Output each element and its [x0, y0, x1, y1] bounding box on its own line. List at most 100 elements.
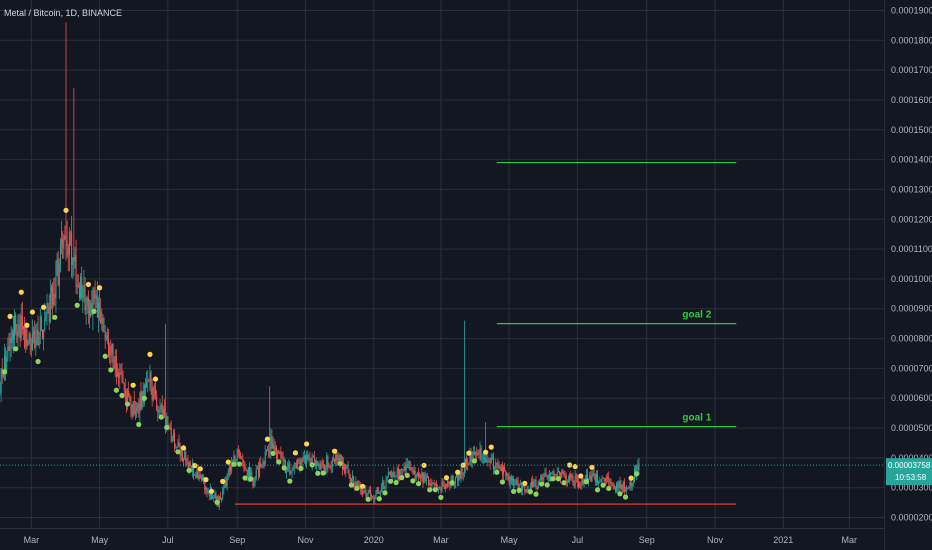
- y-tick-label: 0.00012000: [891, 214, 932, 224]
- candle-body: [302, 458, 304, 461]
- candle-body: [44, 318, 46, 330]
- candle-body: [45, 314, 47, 319]
- candle-body: [138, 403, 140, 414]
- candle-body: [185, 452, 187, 462]
- buy-signal-marker: [164, 424, 170, 431]
- candle-body: [608, 476, 610, 482]
- candle-body: [262, 461, 264, 466]
- candle-body: [377, 487, 379, 494]
- candle-body: [426, 477, 428, 479]
- candle-body: [290, 472, 292, 474]
- candle-body: [205, 487, 207, 491]
- candle-body: [558, 471, 560, 474]
- candle-body: [213, 496, 215, 498]
- candle-body: [484, 458, 486, 459]
- candle-body: [115, 356, 117, 377]
- candle-body: [298, 458, 300, 460]
- candle-body: [322, 464, 324, 466]
- buy-signal-marker: [276, 459, 282, 465]
- candle-body: [159, 409, 161, 411]
- candle-body: [303, 456, 305, 459]
- candle-body: [256, 467, 258, 469]
- candle-body: [581, 479, 583, 485]
- candle-body: [174, 433, 176, 448]
- y-tick-label: 0.00015000: [891, 125, 932, 135]
- candle-body: [321, 463, 323, 465]
- candle-body: [316, 461, 318, 467]
- candle-body: [15, 314, 17, 332]
- candle-body: [281, 457, 283, 459]
- candle-body: [548, 475, 550, 481]
- sell-signal-marker: [331, 448, 338, 454]
- candle-body: [563, 471, 565, 476]
- y-tick-label: 0.00006000: [891, 393, 932, 403]
- candle-body: [312, 456, 314, 458]
- candle-body: [337, 457, 339, 461]
- candle-body: [344, 463, 346, 474]
- candle-body: [237, 449, 239, 455]
- candle-body: [573, 482, 575, 487]
- buy-signal-marker: [494, 469, 500, 475]
- price-badge[interactable]: 0.00003758 10:53:58: [886, 458, 932, 486]
- candle-body: [366, 493, 368, 497]
- candle-body: [531, 481, 533, 486]
- buy-signal-marker: [365, 496, 371, 502]
- candle-body: [477, 452, 479, 456]
- bar-countdown: 10:53:58: [895, 473, 927, 482]
- candle-body: [265, 450, 267, 452]
- buy-signal-marker: [555, 476, 561, 482]
- candle-body: [481, 458, 483, 459]
- sell-signal-marker: [488, 444, 494, 450]
- buy-signal-marker: [393, 479, 399, 486]
- candle-body: [139, 392, 141, 414]
- candle-body: [225, 479, 227, 486]
- candle-body: [73, 257, 75, 262]
- price-chart[interactable]: goal 2 goal 1 0.000020000.000030000.00004…: [0, 0, 932, 550]
- candle-body: [533, 481, 535, 487]
- candle-body: [557, 471, 559, 473]
- buy-signal-marker: [119, 392, 125, 399]
- candle-body: [443, 486, 445, 490]
- sell-signal-marker: [180, 445, 187, 451]
- candle-body: [400, 469, 402, 470]
- candle-body: [65, 236, 67, 241]
- candle-body: [176, 447, 178, 448]
- candle-body: [52, 286, 54, 305]
- candle-body: [610, 481, 612, 485]
- candle-body: [282, 458, 284, 462]
- candle-body: [570, 474, 572, 478]
- candle-body: [25, 328, 27, 348]
- candle-body: [304, 456, 306, 464]
- candle-body: [418, 473, 420, 477]
- candle-body: [356, 481, 358, 483]
- candle-body: [613, 485, 615, 488]
- candle-body: [376, 487, 378, 494]
- candle-body: [94, 291, 96, 299]
- candle-body: [503, 467, 505, 475]
- candle-body: [575, 475, 577, 480]
- candle-body: [593, 473, 595, 475]
- candle-body: [423, 474, 425, 484]
- buy-signal-marker: [1, 369, 8, 375]
- candle-body: [288, 463, 290, 468]
- buy-signal-marker: [298, 465, 304, 471]
- candle-body: [569, 474, 571, 481]
- candle-body: [204, 481, 206, 491]
- candle-body: [285, 470, 287, 474]
- candle-body: [8, 346, 10, 351]
- candle-body: [411, 469, 413, 471]
- buy-signal-marker: [634, 471, 640, 477]
- candle-body: [228, 467, 230, 472]
- candle-body: [58, 263, 60, 285]
- candle-body: [564, 475, 566, 477]
- candle-body: [565, 475, 567, 482]
- buy-signal-marker: [622, 494, 629, 500]
- candle-body: [77, 284, 79, 287]
- candle-body: [197, 470, 199, 480]
- candle-body: [230, 467, 232, 471]
- candle-body: [246, 471, 248, 477]
- candle-body: [24, 326, 26, 348]
- candle-body: [196, 470, 198, 478]
- candle-body: [425, 477, 427, 481]
- candle-body: [136, 408, 138, 412]
